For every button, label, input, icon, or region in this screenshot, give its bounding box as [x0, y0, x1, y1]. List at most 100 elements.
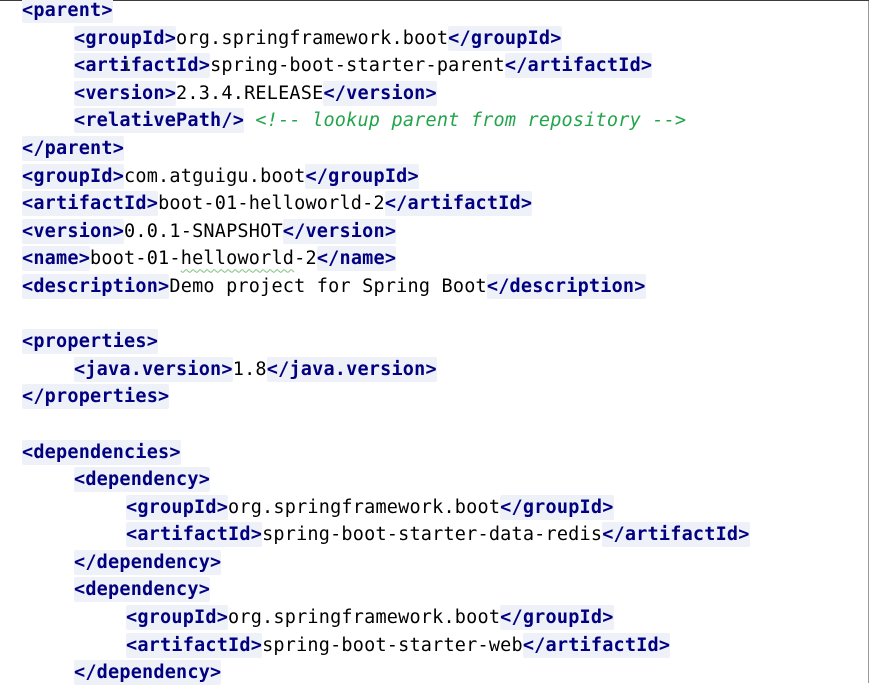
tag-value: com.atguigu.boot	[124, 165, 306, 187]
tag-highlight: <parent>	[22, 0, 113, 23]
tag-value: org.springframework.boot	[176, 27, 449, 49]
xml-tag: </groupId>	[500, 607, 614, 629]
tag-highlight: <dependency>	[74, 467, 211, 493]
tag-highlight: <version>	[22, 218, 125, 244]
xml-comment: <!-- lookup parent from repository -->	[255, 110, 687, 132]
tag-highlight: <dependency>	[74, 577, 211, 603]
tag-highlight: </artifactId>	[602, 522, 750, 548]
tag-highlight: </groupId>	[305, 163, 419, 189]
tag-highlight: <name>	[22, 246, 91, 272]
xml-tag: <dependencies>	[22, 441, 181, 463]
code-line[interactable]: <version>0.0.1-SNAPSHOT</version>	[22, 218, 750, 246]
code-line[interactable]: <dependency>	[22, 576, 750, 604]
tag-value: spring-boot-starter-web	[262, 634, 523, 656]
xml-tag: </groupId>	[448, 27, 562, 49]
code-area[interactable]: <parent> <groupId>org.springframework.boo…	[22, 0, 750, 687]
code-line[interactable]: <properties>	[22, 328, 750, 356]
tag-highlight: <java.version>	[74, 356, 233, 382]
tag-value: org.springframework.boot	[228, 607, 501, 629]
code-line[interactable]: <description>Demo project for Spring Boo…	[22, 273, 750, 301]
code-editor[interactable]: <parent> <groupId>org.springframework.boo…	[0, 0, 869, 686]
xml-tag: </artifactId>	[522, 634, 671, 656]
tag-value: Demo project for Spring Boot	[169, 275, 487, 297]
tag-highlight: <groupId>	[22, 163, 125, 189]
tag-highlight: </groupId>	[500, 494, 614, 520]
code-line[interactable]: </dependency>	[22, 659, 750, 687]
tag-value: spring-boot-starter-data-redis	[262, 524, 603, 546]
code-line[interactable]: <version>2.3.4.RELEASE</version>	[22, 80, 750, 108]
tag-value	[244, 110, 255, 131]
tag-value: -2	[294, 248, 317, 270]
xml-tag: </dependency>	[74, 662, 222, 684]
xml-tag: <version>	[22, 220, 125, 242]
xml-tag: <artifactId>	[74, 55, 211, 77]
tag-highlight: </artifactId>	[522, 632, 671, 658]
tag-value: 2.3.4.RELEASE	[176, 82, 324, 104]
tag-value: boot-01-	[90, 248, 181, 270]
xml-tag: <version>	[74, 82, 177, 104]
code-line[interactable]: <artifactId>spring-boot-starter-data-red…	[22, 521, 750, 549]
xml-tag: </properties>	[22, 386, 170, 408]
tag-highlight: <version>	[74, 80, 177, 106]
tag-highlight: <artifactId>	[74, 53, 211, 79]
xml-tag: <groupId>	[22, 165, 125, 187]
code-line[interactable]	[22, 301, 750, 329]
xml-tag: </dependency>	[74, 551, 222, 573]
tag-highlight: </description>	[486, 273, 646, 299]
xml-tag: <relativePath/>	[74, 110, 245, 132]
tag-highlight: </groupId>	[500, 605, 614, 631]
xml-tag: </java.version>	[266, 358, 437, 380]
code-line[interactable]: <dependency>	[22, 466, 750, 494]
xml-tag: <artifactId>	[22, 193, 159, 215]
tag-highlight: <artifactId>	[126, 522, 263, 548]
code-line[interactable]: <groupId>org.springframework.boot</group…	[22, 25, 750, 53]
code-line[interactable]: </parent>	[22, 135, 750, 163]
code-line[interactable]: <groupId>com.atguigu.boot</groupId>	[22, 163, 750, 191]
tag-highlight: <groupId>	[74, 25, 177, 51]
tag-highlight: <groupId>	[126, 605, 229, 631]
code-line[interactable]: </dependency>	[22, 549, 750, 577]
xml-tag: </version>	[282, 220, 397, 242]
xml-tag: <groupId>	[126, 496, 229, 518]
xml-tag: </groupId>	[500, 496, 614, 518]
tag-highlight: </parent>	[22, 135, 125, 161]
code-line[interactable]: </properties>	[22, 383, 750, 411]
xml-tag: <artifactId>	[126, 634, 263, 656]
code-line[interactable]: <name>boot-01-helloworld-2</name>	[22, 245, 750, 273]
code-line[interactable]: <java.version>1.8</java.version>	[22, 356, 750, 384]
code-line[interactable]: <artifactId>spring-boot-starter-web</art…	[22, 632, 750, 660]
code-line[interactable]: <artifactId>boot-01-helloworld-2</artifa…	[22, 190, 750, 218]
spellcheck-word: helloworld	[180, 248, 295, 270]
code-line[interactable]	[22, 411, 750, 439]
code-line[interactable]: <parent>	[22, 0, 750, 25]
xml-tag: </description>	[486, 275, 646, 297]
tag-highlight: <artifactId>	[126, 632, 263, 658]
tag-value: boot-01-helloworld-2	[158, 193, 385, 215]
tag-value: 1.8	[232, 358, 267, 380]
code-line[interactable]: <relativePath/> <!-- lookup parent from …	[22, 107, 750, 135]
tag-highlight: <groupId>	[126, 494, 229, 520]
xml-tag: <parent>	[22, 0, 113, 21]
tag-highlight: </version>	[282, 218, 397, 244]
xml-tag: </artifactId>	[602, 524, 750, 546]
tag-highlight: </artifactId>	[504, 53, 653, 79]
code-line[interactable]: <groupId>org.springframework.boot</group…	[22, 494, 750, 522]
tag-highlight: </java.version>	[266, 356, 437, 382]
tag-value: spring-boot-starter-parent	[210, 55, 505, 77]
tag-highlight: </name>	[316, 246, 397, 272]
tag-highlight: <description>	[22, 273, 170, 299]
code-line[interactable]: <artifactId>spring-boot-starter-parent</…	[22, 52, 750, 80]
tag-highlight: </properties>	[22, 384, 170, 410]
tag-highlight: </groupId>	[448, 25, 562, 51]
code-line[interactable]: <groupId>org.springframework.boot</group…	[22, 604, 750, 632]
xml-tag: </groupId>	[305, 165, 419, 187]
xml-tag: <properties>	[22, 331, 159, 353]
text-cursor-icon: I	[125, 59, 130, 75]
tag-value: 0.0.1-SNAPSHOT	[124, 220, 283, 242]
tag-highlight: </dependency>	[74, 549, 222, 575]
tag-highlight: <properties>	[22, 329, 159, 355]
tag-highlight: <dependencies>	[22, 439, 181, 465]
xml-tag: <groupId>	[74, 27, 177, 49]
code-line[interactable]: <dependencies>	[22, 439, 750, 467]
xml-tag: </parent>	[22, 137, 125, 159]
